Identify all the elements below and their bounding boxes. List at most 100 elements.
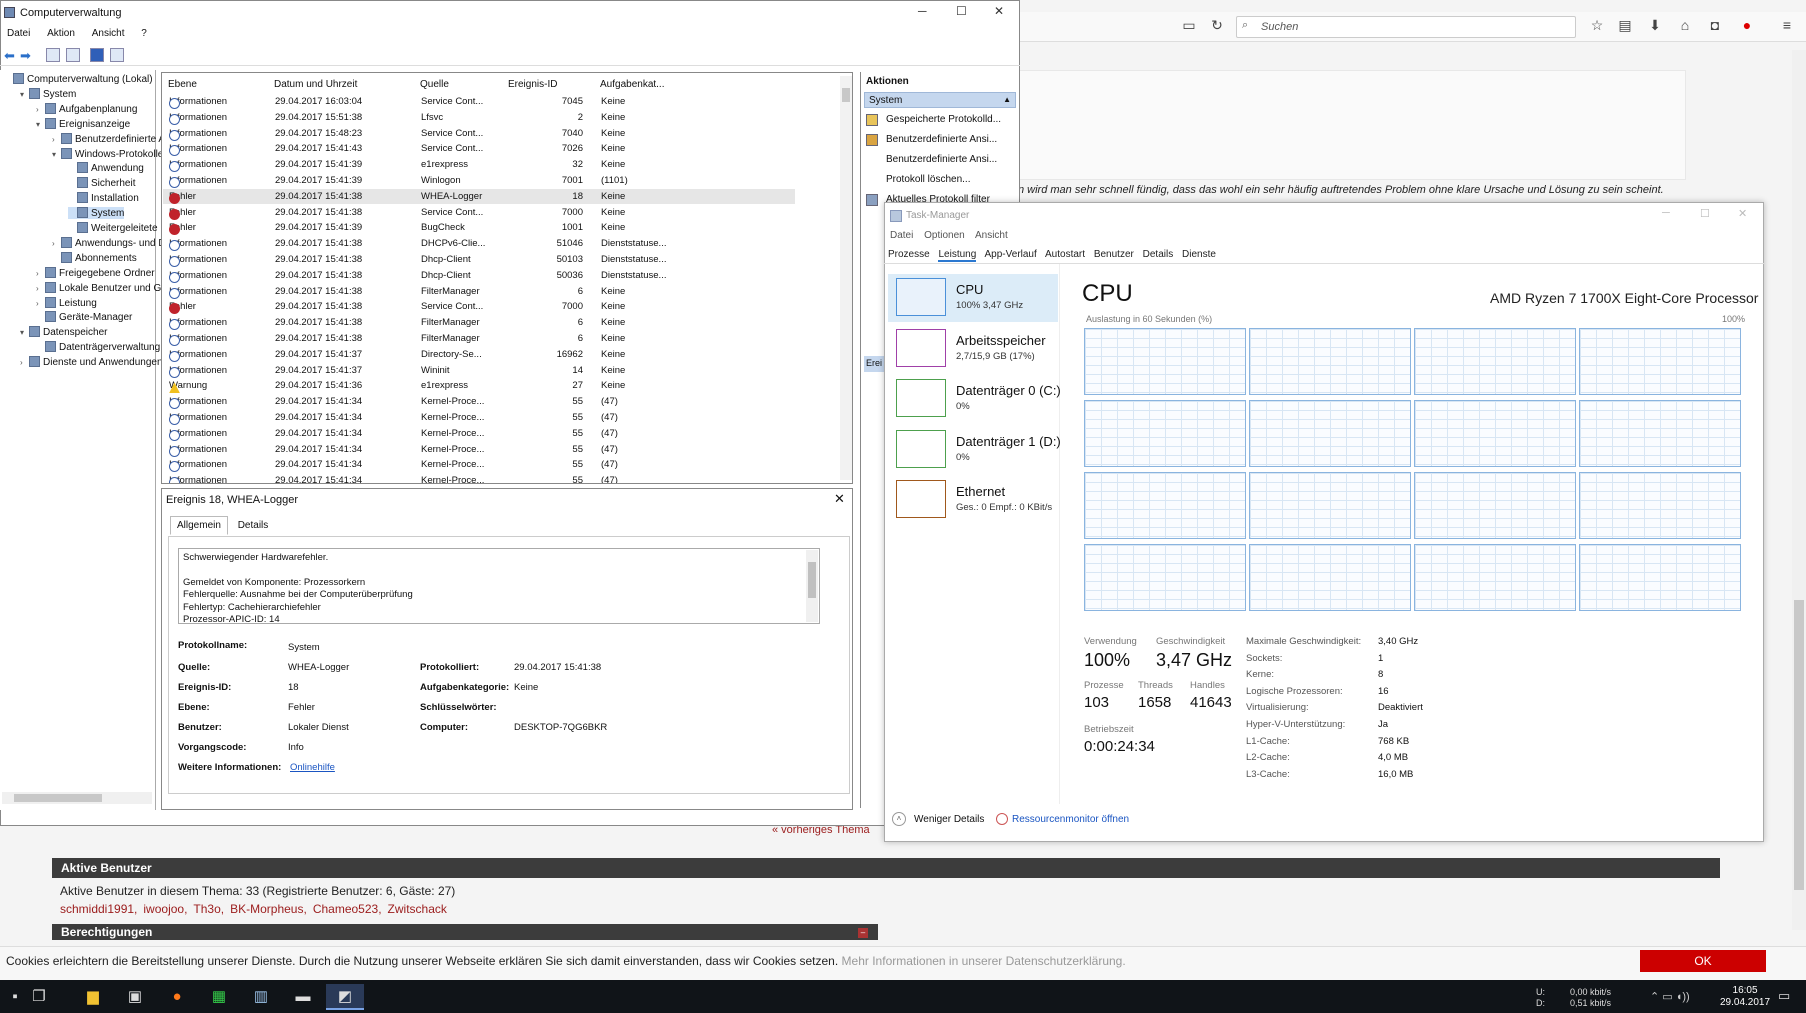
tree-item[interactable]: ▾ Windows-Protokolle bbox=[52, 147, 163, 160]
expand-icon[interactable]: › bbox=[36, 299, 45, 308]
expand-icon[interactable]: › bbox=[36, 284, 45, 293]
reader-icon[interactable]: ▭ bbox=[1180, 16, 1198, 34]
detail-close-icon[interactable]: ✕ bbox=[834, 491, 845, 507]
event-description[interactable]: Schwerwiegender Hardwarefehler. Gemeldet… bbox=[178, 548, 820, 624]
event-row[interactable]: Informationen 29.04.2017 15:41:34 Kernel-P… bbox=[163, 442, 795, 457]
event-row[interactable]: Informationen 29.04.2017 15:41:43 Service … bbox=[163, 141, 795, 157]
download-icon[interactable]: ⬇ bbox=[1646, 16, 1664, 34]
actions-section-system[interactable]: System ▲ bbox=[864, 92, 1016, 108]
tm-menu-ansicht[interactable]: Ansicht bbox=[975, 230, 1008, 241]
firefox-icon[interactable]: ● bbox=[162, 984, 192, 1010]
event-row[interactable]: Informationen 29.04.2017 15:41:34 Kernel-P… bbox=[163, 457, 795, 473]
fewer-details-button[interactable]: Weniger Details bbox=[914, 814, 984, 825]
event-row[interactable]: Informationen 29.04.2017 15:41:38 FilterMa… bbox=[163, 284, 795, 299]
tree-item[interactable]: System bbox=[68, 207, 125, 220]
open-resource-monitor-link[interactable]: Ressourcenmonitor öffnen bbox=[1012, 814, 1129, 825]
col-header-level[interactable]: Ebene bbox=[168, 79, 197, 90]
tm-maximize-button[interactable]: ☐ bbox=[1700, 207, 1710, 220]
tree-item[interactable]: › Benutzerdefinierte A bbox=[52, 132, 165, 145]
user-link[interactable]: BK-Morpheus, bbox=[230, 902, 307, 916]
tree-item[interactable]: › Freigegebene Ordner bbox=[36, 266, 155, 279]
task-view-icon[interactable]: ❐ bbox=[24, 984, 54, 1010]
user-link[interactable]: schmiddi1991, bbox=[60, 902, 137, 916]
tree-item[interactable]: Datenträgerverwaltung bbox=[36, 341, 160, 353]
browser-scroll-thumb[interactable] bbox=[1794, 600, 1804, 890]
expand-icon[interactable]: › bbox=[52, 135, 61, 144]
tree-item[interactable]: Geräte-Manager bbox=[36, 311, 132, 323]
event-row[interactable]: Fehler 29.04.2017 15:41:39 BugCheck 1001 Kei… bbox=[163, 220, 795, 236]
tab-prozesse[interactable]: Prozesse bbox=[888, 249, 930, 260]
tm-minimize-button[interactable]: ─ bbox=[1662, 207, 1670, 219]
tab-leistung[interactable]: Leistung bbox=[938, 249, 977, 262]
tm-menu-datei[interactable]: Datei bbox=[890, 230, 913, 241]
tree-item[interactable]: ▾ Datenspeicher bbox=[20, 326, 107, 338]
tree-item[interactable]: › Anwendungs- und D bbox=[52, 236, 166, 249]
tree-item[interactable]: › Lokale Benutzer und Gr bbox=[36, 281, 165, 294]
taskmanager-icon[interactable]: ▥ bbox=[246, 984, 276, 1010]
action-clear-log[interactable]: Protokoll löschen... bbox=[886, 174, 971, 185]
expand-icon[interactable]: ▾ bbox=[20, 90, 29, 99]
col-header-task-category[interactable]: Aufgabenkat... bbox=[600, 79, 665, 90]
action-open-saved-log[interactable]: Gespeicherte Protokolld... bbox=[886, 114, 1001, 125]
cookie-ok-button[interactable]: OK bbox=[1640, 950, 1766, 972]
event-row[interactable]: Informationen 29.04.2017 15:41:39 Winlogon… bbox=[163, 173, 795, 188]
event-row[interactable]: Warnung 29.04.2017 15:41:36 e1rexpress 27 Ke… bbox=[163, 378, 795, 394]
bookmark-star-icon[interactable]: ☆ bbox=[1588, 16, 1606, 34]
chevron-up-icon[interactable]: ˄ bbox=[892, 812, 906, 826]
event-list-scroll-thumb[interactable] bbox=[842, 88, 850, 102]
tab-autostart[interactable]: Autostart bbox=[1045, 249, 1085, 260]
tree-item[interactable]: Computerverwaltung (Lokal) bbox=[4, 73, 153, 85]
description-scroll-thumb[interactable] bbox=[808, 562, 816, 598]
event-row[interactable]: Informationen 29.04.2017 15:48:23 Service … bbox=[163, 126, 795, 141]
event-row[interactable]: Informationen 29.04.2017 15:41:37 Wininit 1… bbox=[163, 363, 795, 378]
user-link[interactable]: iwoojoo, bbox=[143, 902, 187, 916]
expand-icon[interactable]: › bbox=[36, 269, 45, 278]
printer-icon[interactable]: ▬ bbox=[288, 984, 318, 1010]
store-icon[interactable]: ▣ bbox=[120, 984, 150, 1010]
event-row[interactable]: Informationen 29.04.2017 15:41:38 Dhcp-Cli… bbox=[163, 252, 795, 267]
tab-app-verlauf[interactable]: App-Verlauf bbox=[985, 249, 1037, 260]
action-import-custom-view[interactable]: Benutzerdefinierte Ansi... bbox=[886, 154, 997, 165]
up-icon[interactable] bbox=[46, 48, 60, 62]
collapse-up-icon[interactable]: ▲ bbox=[1003, 95, 1011, 104]
menu-icon[interactable]: ≡ bbox=[1778, 16, 1796, 34]
tree-item[interactable]: › Aufgabenplanung bbox=[36, 102, 137, 115]
pocket-icon[interactable]: ◘ bbox=[1706, 16, 1724, 34]
notification-icon[interactable]: ▭ bbox=[1778, 988, 1790, 1004]
action-create-custom-view[interactable]: Benutzerdefinierte Ansi... bbox=[886, 134, 997, 145]
event-row[interactable]: Informationen 29.04.2017 15:41:34 Kernel-P… bbox=[163, 394, 795, 410]
minimize-button[interactable]: ─ bbox=[918, 4, 927, 18]
event-row[interactable]: Informationen 29.04.2017 16:03:04 Service … bbox=[163, 94, 795, 109]
event-row[interactable]: Informationen 29.04.2017 15:41:38 FilterMa… bbox=[163, 331, 795, 346]
event-row[interactable]: Informationen 29.04.2017 15:41:34 Kernel-P… bbox=[163, 473, 795, 483]
event-row[interactable]: Informationen 29.04.2017 15:41:34 Kernel-P… bbox=[163, 426, 795, 441]
tab-allgemein[interactable]: Allgemein bbox=[170, 516, 228, 535]
expand-icon[interactable]: ▾ bbox=[20, 328, 29, 337]
event-row[interactable]: Informationen 29.04.2017 15:51:38 Lfsvc 2 Ke… bbox=[163, 110, 795, 125]
tree-item[interactable]: Anwendung bbox=[68, 162, 144, 174]
expand-icon[interactable]: › bbox=[52, 239, 61, 248]
event-row[interactable]: Fehler 29.04.2017 15:41:38 Service Cont...… bbox=[163, 299, 795, 315]
actions-section-event[interactable]: Erei bbox=[864, 356, 884, 372]
library-icon[interactable]: ▤ bbox=[1616, 16, 1634, 34]
explorer-icon[interactable]: ▆ bbox=[78, 984, 108, 1010]
event-row[interactable]: Informationen 29.04.2017 15:41:38 Dhcp-Cli… bbox=[163, 268, 795, 283]
event-row[interactable]: Informationen 29.04.2017 15:41:39 e1rexpre… bbox=[163, 157, 795, 173]
properties-icon[interactable] bbox=[110, 48, 124, 62]
tree-item[interactable]: Weitergeleitete E bbox=[68, 222, 167, 234]
home-icon[interactable]: ⌂ bbox=[1676, 16, 1694, 34]
menu-datei[interactable]: Datei bbox=[7, 28, 30, 39]
tab-details[interactable]: Details bbox=[1143, 249, 1174, 260]
event-row[interactable]: Informationen 29.04.2017 15:41:38 FilterMa… bbox=[163, 315, 795, 331]
event-row[interactable]: Informationen 29.04.2017 15:41:37 Director… bbox=[163, 347, 795, 362]
forward-icon[interactable]: ➡ bbox=[20, 48, 31, 64]
online-help-link[interactable]: Onlinehilfe bbox=[290, 762, 335, 773]
tree-item[interactable]: ▾ System bbox=[20, 87, 76, 100]
show-tree-icon[interactable] bbox=[66, 48, 80, 62]
menu-aktion[interactable]: Aktion bbox=[47, 28, 75, 39]
maximize-button[interactable]: ☐ bbox=[956, 4, 967, 18]
user-link[interactable]: Th3o, bbox=[193, 902, 224, 916]
event-list-scrollbar[interactable] bbox=[840, 76, 852, 480]
tree-scroll-thumb[interactable] bbox=[14, 794, 102, 802]
expand-icon[interactable]: › bbox=[20, 358, 29, 367]
